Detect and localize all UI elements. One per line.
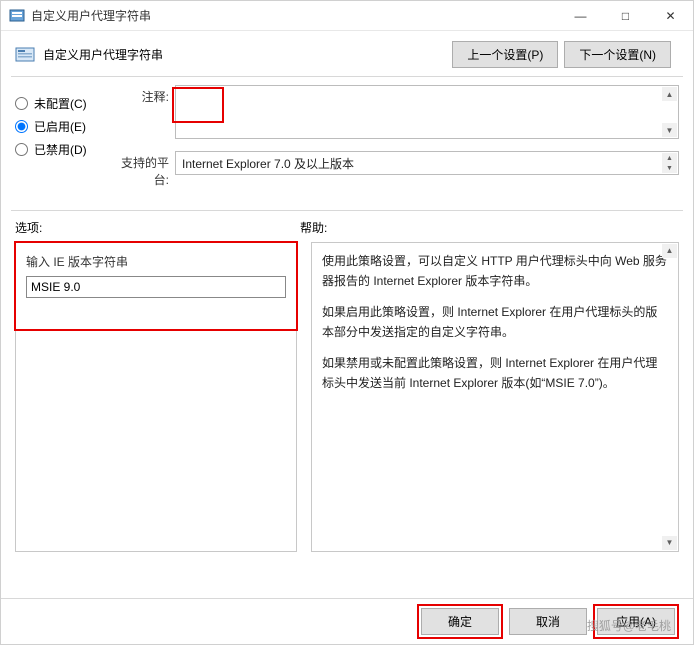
scroll-up-icon: ▲	[662, 153, 677, 163]
scroll-down-icon[interactable]: ▼	[662, 536, 677, 550]
title-bar: 自定义用户代理字符串 — □ ✕	[1, 1, 693, 31]
radio-enabled-label: 已启用(E)	[34, 118, 86, 135]
comment-textarea[interactable]: ▲ ▼	[175, 85, 679, 139]
comment-label: 注释:	[115, 85, 175, 105]
divider	[11, 210, 683, 211]
apply-button[interactable]: 应用(A)	[597, 608, 675, 635]
cancel-button[interactable]: 取消	[509, 608, 587, 635]
platform-value: Internet Explorer 7.0 及以上版本	[182, 157, 354, 171]
radio-disabled[interactable]: 已禁用(D)	[15, 141, 115, 158]
help-section-label: 帮助:	[300, 219, 679, 236]
header: 自定义用户代理字符串 上一个设置(P) 下一个设置(N)	[1, 31, 693, 76]
prev-setting-button[interactable]: 上一个设置(P)	[452, 41, 558, 68]
app-icon	[9, 8, 25, 24]
platform-display: Internet Explorer 7.0 及以上版本 ▲ ▼	[175, 151, 679, 175]
options-panel: 输入 IE 版本字符串	[15, 242, 297, 552]
scroll-up-icon[interactable]: ▲	[662, 244, 677, 258]
scroll-down-icon[interactable]: ▼	[662, 123, 677, 137]
help-paragraph: 使用此策略设置，可以自定义 HTTP 用户代理标头中向 Web 服务器报告的 I…	[322, 251, 668, 292]
minimize-button[interactable]: —	[558, 1, 603, 30]
maximize-button[interactable]: □	[603, 1, 648, 30]
next-setting-button[interactable]: 下一个设置(N)	[564, 41, 671, 68]
window-title: 自定义用户代理字符串	[31, 7, 151, 24]
platform-label: 支持的平台:	[115, 151, 175, 188]
help-panel: 使用此策略设置，可以自定义 HTTP 用户代理标头中向 Web 服务器报告的 I…	[311, 242, 679, 552]
scroll-up-icon[interactable]: ▲	[662, 87, 677, 101]
scroll-down-icon: ▼	[662, 163, 677, 173]
radio-not-configured-label: 未配置(C)	[34, 95, 87, 112]
radio-enabled[interactable]: 已启用(E)	[15, 118, 115, 135]
policy-title: 自定义用户代理字符串	[43, 46, 163, 63]
window-controls: — □ ✕	[558, 1, 693, 30]
help-paragraph: 如果禁用或未配置此策略设置，则 Internet Explorer 在用户代理标…	[322, 353, 668, 394]
footer: 确定 取消 应用(A)	[1, 598, 693, 644]
help-paragraph: 如果启用此策略设置，则 Internet Explorer 在用户代理标头的版本…	[322, 302, 668, 343]
radio-disabled-label: 已禁用(D)	[34, 141, 87, 158]
options-section-label: 选项:	[15, 219, 300, 236]
ie-version-input[interactable]	[26, 276, 286, 298]
config-area: 未配置(C) 已启用(E) 已禁用(D) 注释: ▲ ▼ 支持的平台: Inte…	[1, 77, 693, 210]
close-button[interactable]: ✕	[648, 1, 693, 30]
radio-not-configured[interactable]: 未配置(C)	[15, 95, 115, 112]
policy-icon	[15, 45, 35, 65]
ok-button[interactable]: 确定	[421, 608, 499, 635]
ie-version-input-label: 输入 IE 版本字符串	[16, 243, 296, 276]
